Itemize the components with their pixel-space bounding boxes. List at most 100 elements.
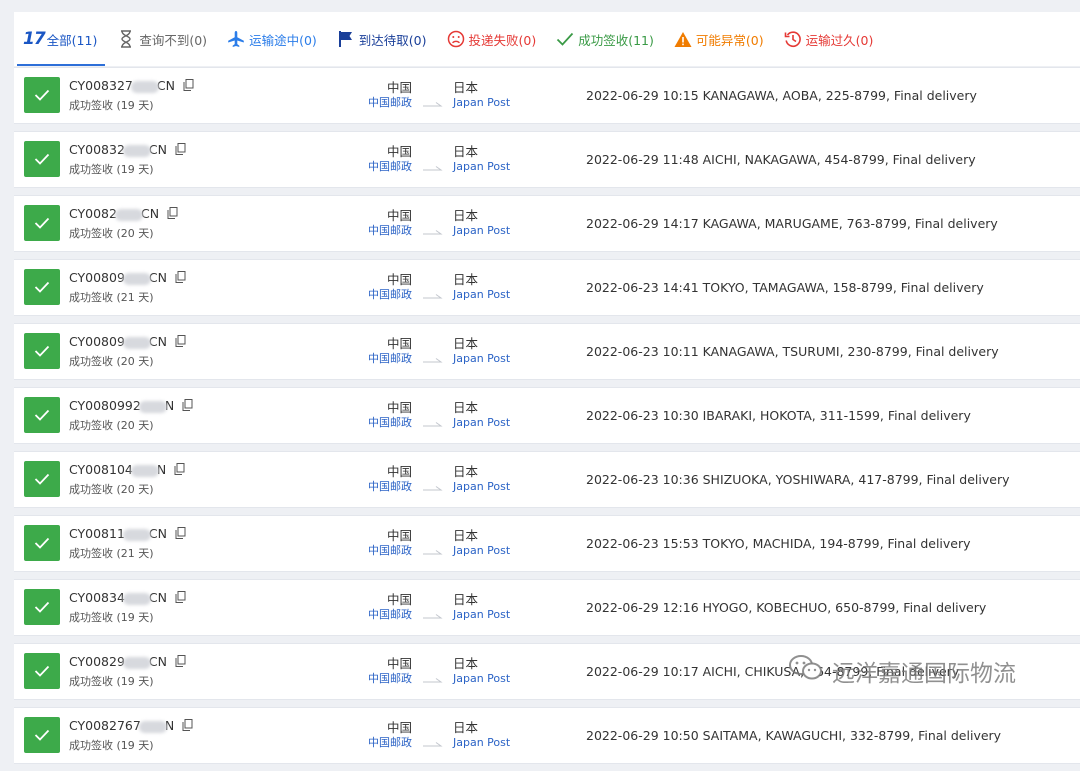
copy-icon[interactable] [175, 655, 186, 670]
origin-carrier[interactable]: 中国邮政 [348, 224, 412, 238]
destination: 日本 Japan Post [453, 720, 533, 750]
origin-carrier[interactable]: 中国邮政 [348, 480, 412, 494]
tab-in-transit[interactable]: 运输途中(0) [226, 12, 317, 66]
destination-country: 日本 [453, 720, 479, 735]
tracking-number[interactable]: CY00809 CN [69, 334, 186, 350]
destination-carrier[interactable]: Japan Post [453, 288, 533, 302]
tracking-number[interactable]: CY0080992 N [69, 398, 193, 414]
checkbox[interactable] [24, 205, 60, 241]
tab-delivery-failed[interactable]: 投递失败(0) [446, 12, 536, 66]
destination-carrier[interactable]: Japan Post [453, 736, 533, 750]
shipment-row[interactable]: CY00809 CN 成功签收 (21 天) 中国 中国邮政 日本 Japan P… [14, 259, 1080, 316]
destination-country: 日本 [453, 592, 479, 607]
tracking-number[interactable]: CY0082 CN [69, 206, 178, 222]
tab-all[interactable]: 17 全部(11) [16, 12, 106, 66]
origin-country: 中国 [386, 528, 412, 543]
destination-carrier[interactable]: Japan Post [453, 480, 533, 494]
copy-icon[interactable] [175, 591, 186, 606]
destination-carrier[interactable]: Japan Post [453, 416, 533, 430]
shipment-row[interactable]: CY008104 N 成功签收 (20 天) 中国 中国邮政 日本 Japan P… [14, 451, 1080, 508]
origin-carrier[interactable]: 中国邮政 [348, 736, 412, 750]
copy-icon[interactable] [175, 527, 186, 542]
latest-event: 2022-06-23 10:30 IBARAKI, HOKOTA, 311-15… [586, 408, 971, 423]
copy-icon[interactable] [175, 335, 186, 350]
route-arrow-icon [423, 348, 443, 367]
destination-carrier[interactable]: Japan Post [453, 160, 533, 174]
destination-carrier[interactable]: Japan Post [453, 96, 533, 110]
route-arrow-icon [423, 668, 443, 687]
tracking-suffix: CN [156, 78, 175, 93]
checkbox[interactable] [24, 333, 60, 369]
origin-country: 中国 [386, 80, 412, 95]
checkbox[interactable] [24, 77, 60, 113]
tracking-prefix: CY008104 [69, 462, 133, 477]
checkbox[interactable] [24, 141, 60, 177]
destination-carrier[interactable]: Japan Post [453, 672, 533, 686]
shipment-row[interactable]: CY00832 CN 成功签收 (19 天) 中国 中国邮政 日本 Japan P… [14, 131, 1080, 188]
tracking-suffix: CN [148, 142, 168, 157]
origin-carrier[interactable]: 中国邮政 [348, 416, 412, 430]
checkbox[interactable] [24, 461, 60, 497]
tab-possible-exception[interactable]: 可能异常(0) [673, 12, 764, 66]
tab-awaiting-pickup[interactable]: 到达待取(0) [336, 12, 427, 66]
tab-delivered[interactable]: 成功签收(11) [555, 12, 654, 66]
origin-carrier[interactable]: 中国邮政 [348, 288, 412, 302]
origin-carrier[interactable]: 中国邮政 [348, 160, 412, 174]
copy-icon[interactable] [175, 271, 186, 286]
shipment-row[interactable]: CY0080992 N 成功签收 (20 天) 中国 中国邮政 日本 Japan … [14, 387, 1080, 444]
copy-icon[interactable] [183, 79, 194, 94]
route-arrow-icon [423, 92, 443, 111]
copy-icon[interactable] [182, 719, 193, 734]
copy-icon[interactable] [175, 143, 186, 158]
latest-event: 2022-06-23 10:11 KANAGAWA, TSURUMI, 230-… [586, 344, 999, 359]
tracking-suffix: CN [148, 526, 168, 541]
checkbox[interactable] [24, 717, 60, 753]
flag-icon [336, 29, 356, 49]
checkbox[interactable] [24, 653, 60, 689]
copy-icon[interactable] [174, 463, 185, 478]
shipment-row[interactable]: CY008327 CN 成功签收 (19 天) 中国 中国邮政 日本 Japan … [14, 67, 1080, 124]
copy-icon[interactable] [167, 207, 178, 222]
destination-carrier[interactable]: Japan Post [453, 224, 533, 238]
airplane-icon [226, 29, 246, 49]
delivery-status: 成功签收 (19 天) [69, 675, 154, 688]
tracking-suffix: CN [148, 334, 168, 349]
checkbox[interactable] [24, 269, 60, 305]
origin-carrier[interactable]: 中国邮政 [348, 352, 412, 366]
destination-country: 日本 [453, 528, 479, 543]
tab-label: 运输过久(0) [805, 32, 874, 48]
destination-carrier[interactable]: Japan Post [453, 352, 533, 366]
shipment-row[interactable]: CY0082767 N 成功签收 (19 天) 中国 中国邮政 日本 Japan … [14, 707, 1080, 764]
tab-not-found[interactable]: 查询不到(0) [116, 12, 207, 66]
checkbox[interactable] [24, 397, 60, 433]
destination-carrier[interactable]: Japan Post [453, 608, 533, 622]
tracking-number[interactable]: CY00832 CN [69, 142, 186, 158]
tracking-number[interactable]: CY00809 CN [69, 270, 186, 286]
copy-icon[interactable] [182, 399, 193, 414]
tab-transit-too-long[interactable]: 运输过久(0) [783, 12, 874, 66]
route-arrow-icon [423, 732, 443, 751]
tracking-prefix: CY00809 [69, 270, 125, 285]
destination-carrier[interactable]: Japan Post [453, 544, 533, 558]
shipment-row[interactable]: CY00834 CN 成功签收 (19 天) 中国 中国邮政 日本 Japan P… [14, 579, 1080, 636]
redacted-blur [138, 720, 167, 733]
shipment-row[interactable]: CY00811 CN 成功签收 (21 天) 中国 中国邮政 日本 Japan P… [14, 515, 1080, 572]
checkbox[interactable] [24, 589, 60, 625]
shipment-row[interactable]: CY00809 CN 成功签收 (20 天) 中国 中国邮政 日本 Japan P… [14, 323, 1080, 380]
origin-carrier[interactable]: 中国邮政 [348, 544, 412, 558]
tab-label: 可能异常(0) [695, 32, 764, 48]
destination-country: 日本 [453, 80, 479, 95]
tracking-number[interactable]: CY008104 N [69, 462, 185, 478]
shipment-row[interactable]: CY0082 CN 成功签收 (20 天) 中国 中国邮政 日本 Japan Po… [14, 195, 1080, 252]
origin: 中国 中国邮政 [348, 272, 412, 302]
tracking-number[interactable]: CY00834 CN [69, 590, 186, 606]
tracking-number[interactable]: CY00811 CN [69, 526, 186, 542]
tracking-number[interactable]: CY0082767 N [69, 718, 193, 734]
tracking-number[interactable]: CY008327 CN [69, 78, 194, 94]
origin-carrier[interactable]: 中国邮政 [348, 608, 412, 622]
origin-carrier[interactable]: 中国邮政 [348, 672, 412, 686]
checkbox[interactable] [24, 525, 60, 561]
redacted-blur [122, 336, 151, 349]
origin-carrier[interactable]: 中国邮政 [348, 96, 412, 110]
tracking-number[interactable]: CY00829 CN [69, 654, 186, 670]
